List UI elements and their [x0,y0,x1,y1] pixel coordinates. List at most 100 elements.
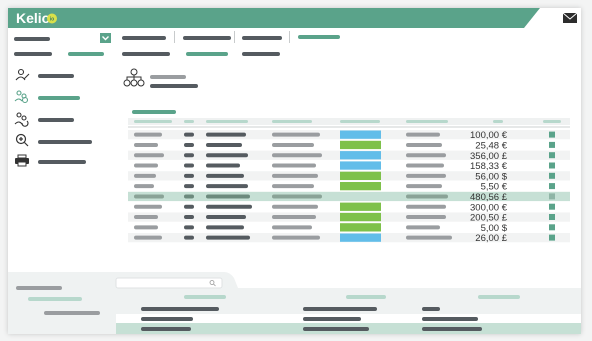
cell-description [206,142,242,147]
row-checkbox[interactable] [549,172,555,179]
cell-name [134,142,158,147]
header-bar [8,8,540,28]
top-menu-divider [174,31,175,43]
row-checkbox[interactable] [549,214,555,220]
app-logo[interactable]: Kelio [16,10,50,26]
zoom-search-icon[interactable] [15,133,29,147]
cell-code [184,142,194,147]
row-checkbox[interactable] [549,224,555,231]
cell-name [134,225,158,230]
cell-code [184,184,194,189]
user-edit-icon[interactable] [15,68,30,81]
status-badge [340,223,381,232]
bottom-label-2 [28,297,82,301]
row-checkbox[interactable] [549,152,555,159]
cell-name [134,215,158,220]
cell-type [406,132,440,137]
sidebar-item-2-active[interactable] [38,96,80,100]
app-canvas: Kelio io 100,00 €25,48 €356,00 £158,33 €… [8,8,581,334]
row-checkbox[interactable] [549,141,555,148]
col-header[interactable] [493,120,503,123]
bottom-cell [422,317,478,321]
filter-dropdown[interactable] [100,33,111,43]
cell-name [134,184,154,189]
cell-type [406,173,446,178]
submenu-1[interactable] [122,52,170,56]
cell-category [272,215,316,220]
logo-mark-letter: io [50,17,54,23]
status-badge [340,212,381,222]
col-header[interactable] [340,120,380,123]
cell-category [272,173,318,178]
cell-name [134,153,164,158]
row-checkbox[interactable] [549,162,555,169]
top-menu-1[interactable] [122,36,166,40]
col-header[interactable] [134,120,172,123]
sidebar-item-5[interactable] [38,160,86,164]
cell-code [184,132,194,137]
cell-category [272,153,322,158]
submenu-3[interactable] [242,52,280,56]
table-body: 100,00 €25,48 €356,00 £158,33 €56,00 $5,… [128,130,570,244]
col-header[interactable] [206,120,248,123]
col-header[interactable] [272,120,312,123]
submenu-2-active[interactable] [186,52,228,56]
sidebar-item-3[interactable] [38,118,74,122]
bottom-col-header[interactable] [346,295,386,299]
status-badge [340,161,381,170]
header-rule [128,126,570,128]
status-badge [340,233,381,242]
search-input[interactable] [115,277,223,289]
filter-label-2 [14,52,52,56]
bottom-cell [141,307,219,311]
cell-type [406,235,452,240]
bottom-col-header[interactable] [478,295,520,299]
cell-name [134,163,158,168]
cell-description [206,153,248,158]
cell-type [406,225,440,230]
cell-code [184,153,194,158]
row-checkbox[interactable] [549,183,555,190]
cell-category [272,204,318,209]
sidebar-item-4[interactable] [38,140,92,144]
top-menu-2[interactable] [183,36,231,40]
filter-value[interactable] [68,52,104,56]
row-checkbox[interactable] [549,131,555,138]
cell-type [406,204,446,209]
cell-category [272,132,320,137]
cell-code [184,194,194,199]
bottom-cell [422,307,440,311]
cell-category [272,235,320,240]
bottom-col-header[interactable] [184,295,226,299]
cell-category [272,163,316,168]
top-menu-4-active[interactable] [298,35,340,39]
org-chart-icon [123,68,145,87]
cell-name [134,132,162,137]
cell-description [206,173,244,178]
table-row[interactable]: 26,00 £ [128,233,570,244]
cell-category [272,194,322,199]
bottom-cell [141,317,193,321]
bottom-cell [141,327,191,331]
users-gear-icon[interactable] [14,90,29,104]
col-header[interactable] [184,120,194,123]
cell-description [206,225,244,230]
printer-icon[interactable] [15,154,29,167]
row-checkbox[interactable] [549,203,555,210]
cell-code [184,215,194,220]
row-checkbox[interactable] [549,234,555,241]
status-badge [340,171,381,180]
cell-code [184,173,194,178]
sidebar-item-1[interactable] [38,74,74,78]
cell-name [134,235,162,240]
row-checkbox[interactable] [549,193,555,200]
top-menu-3[interactable] [242,36,282,40]
users-refresh-icon[interactable] [14,112,29,127]
cell-description [206,163,240,168]
cell-description [206,132,246,137]
cell-category [272,225,312,230]
col-header[interactable] [543,120,561,123]
mail-icon[interactable] [562,12,578,23]
col-header[interactable] [406,120,448,123]
cell-description [206,204,252,209]
